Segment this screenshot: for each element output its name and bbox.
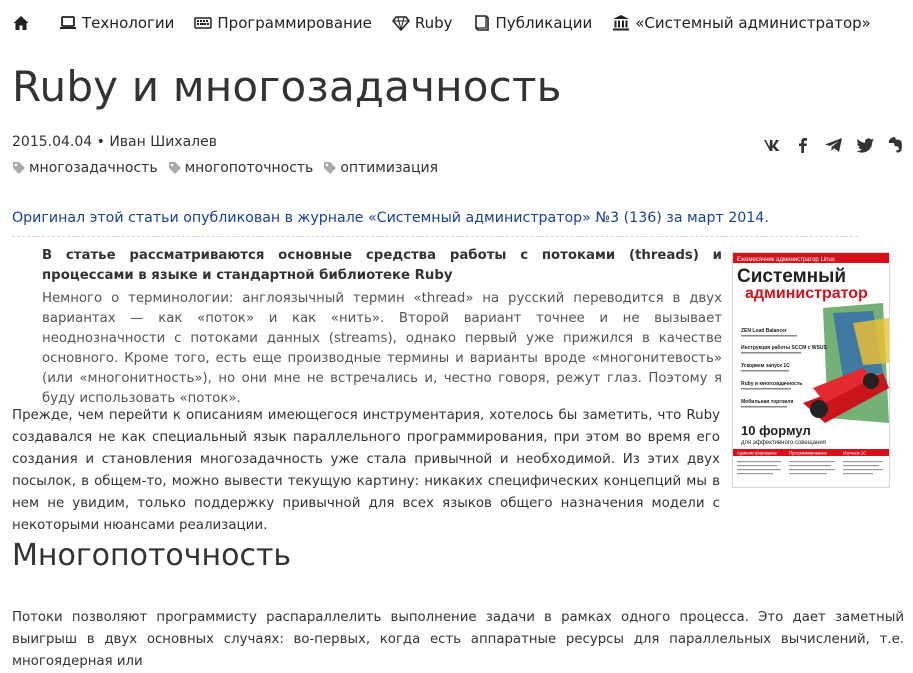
article-intro: В статье рассматриваются основные средст… [42,246,722,409]
telegram-share-button[interactable] [823,134,845,156]
tag-item[interactable]: многопоточность [168,160,314,176]
nav-item-sysadmin-journal[interactable]: «Системный администратор» [612,14,871,32]
article-paragraph: Прежде, чем перейти к описаниям имеющего… [12,408,720,534]
tag-label: оптимизация [340,160,439,176]
nav-item-label: Программирование [217,14,372,32]
diamond-icon [391,14,410,32]
vk-icon [763,140,780,151]
tag-label: многопоточность [184,160,314,176]
magazine-cover[interactable]: Ежемесячник администратор Linux Системны… [732,252,890,488]
magazine-header: Ежемесячник администратор Linux [737,257,835,263]
article-paragraph: Потоки позволяют программисту распаралле… [12,610,904,670]
section-heading: Многопоточность [12,538,292,573]
institution-icon [612,14,630,32]
tag-item[interactable]: многозадачность [12,160,158,176]
laptop-icon [59,14,77,32]
magazine-headline: Ruby и многозадачность [741,381,802,387]
nav-item-programming[interactable]: Программирование [194,14,372,32]
nav-item-publications[interactable]: Публикации [473,14,593,32]
facebook-share-button[interactable] [792,134,814,156]
facebook-icon [799,138,807,153]
lead-text: В статье рассматриваются основные средст… [42,248,722,283]
divider [12,236,858,237]
magazine-title-line1: Системный [737,266,846,287]
page: Технологии Программирование Ruby Публика… [0,0,913,669]
nav-item-ruby[interactable]: Ruby [391,14,453,32]
original-article-link[interactable]: Оригинал этой статьи опубликован в журна… [12,210,769,226]
magazine-headline: Инструкция работы SCCM с WSUS [741,344,827,351]
magazine-tab: Программирование [789,451,828,456]
nav-item-label: Ruby [414,14,453,32]
twitter-icon [856,138,874,153]
tag-label: многозадачность [29,160,158,176]
page-title: Ruby и многозадачность [12,62,562,111]
terminology-note: Немного о терминологии: англоязычный тер… [42,291,722,406]
magazine-headline: ZEN Load Balancer [741,328,787,334]
magazine-big-title: 10 формул [741,423,811,438]
magazine-headline: Мобильная торговля [741,398,793,405]
telegram-icon [825,138,842,152]
keyboard-icon [194,14,213,32]
share-buttons [752,134,907,156]
nav-item-label: Технологии [82,14,175,32]
top-nav: Технологии Программирование Ruby Публика… [12,10,891,36]
book-icon [473,14,491,32]
magazine-tab: Изучаем 1С [843,451,866,456]
tag-list: многозадачность многопоточность оптимиза… [12,160,448,176]
tag-item[interactable]: оптимизация [323,160,438,176]
tag-icon [168,161,182,175]
vk-share-button[interactable] [761,134,783,156]
tag-icon [12,161,26,175]
nav-home[interactable] [12,14,35,32]
nav-item-technologies[interactable]: Технологии [59,14,174,32]
twitter-share-button[interactable] [854,134,876,156]
magazine-big-subtitle: для эффективного совещания [741,440,826,446]
nav-item-label: Публикации [495,14,593,32]
magazine-headline: Ускоряем запуск 1С [741,363,790,369]
evernote-icon [889,137,902,153]
home-icon [12,14,30,32]
magazine-tab: Администрирование [737,451,778,456]
tag-icon [323,161,337,175]
evernote-share-button[interactable] [885,134,907,156]
magazine-title-line2: администратор [745,285,868,302]
nav-item-label: «Системный администратор» [635,14,871,32]
article-meta: 2015.04.04 • Иван Шихалев [12,134,217,150]
